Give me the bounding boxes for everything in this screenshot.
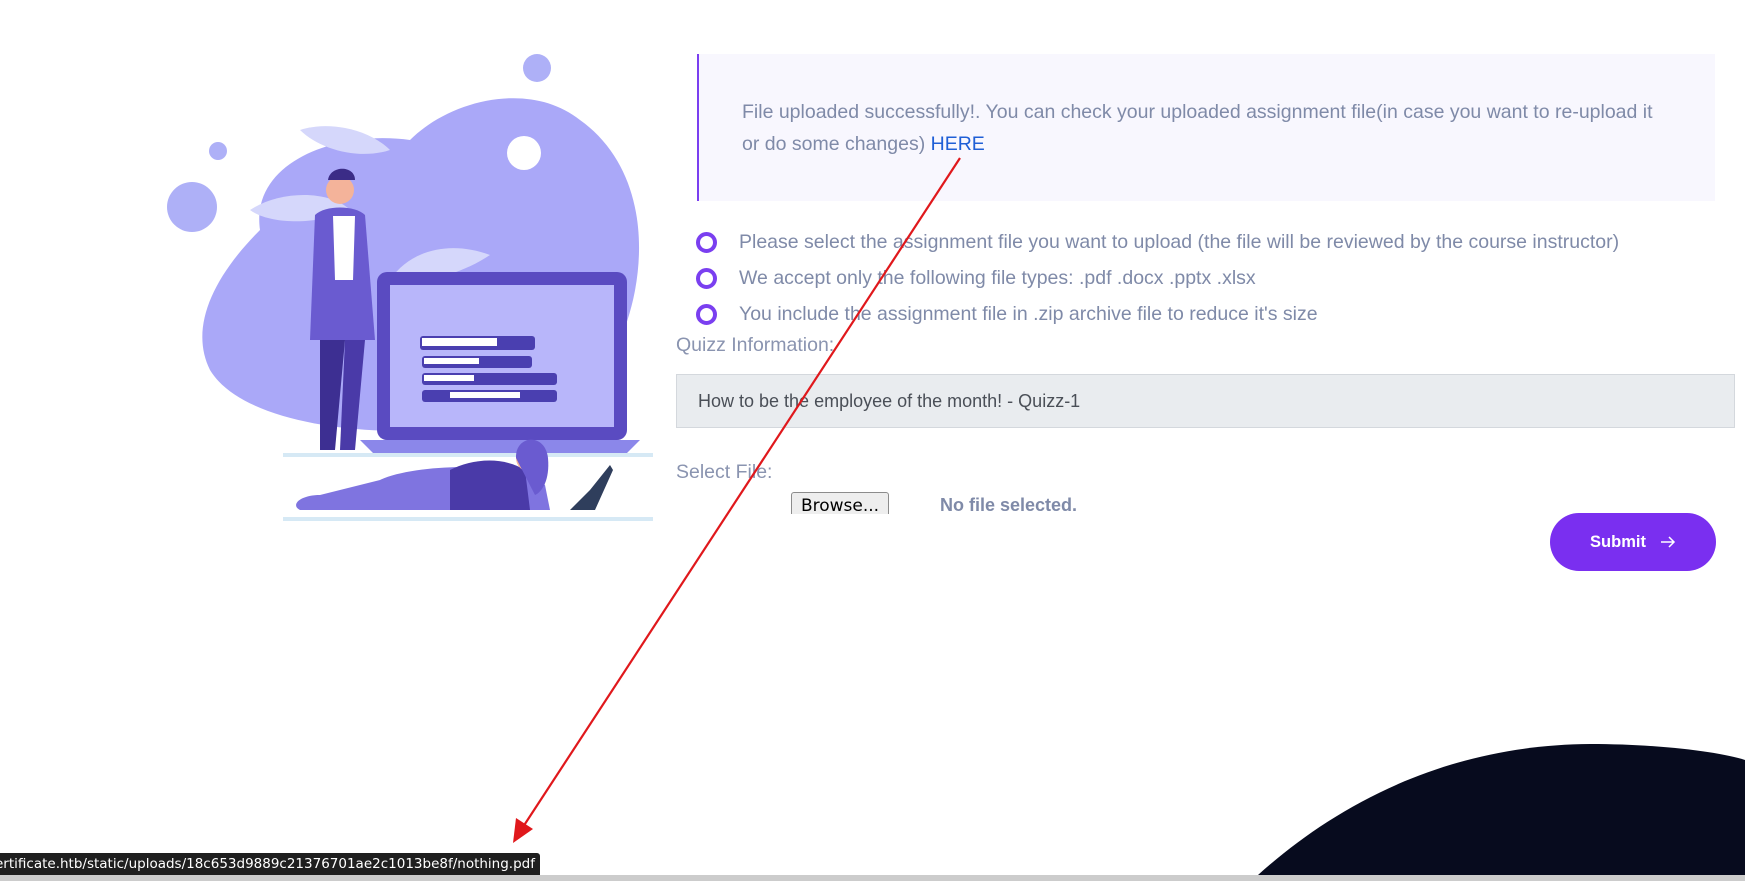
bullet-ring-icon <box>696 303 717 325</box>
select-file-label: Select File: <box>676 461 773 483</box>
uploaded-file-link[interactable]: HERE <box>931 133 985 155</box>
quiz-info-field: How to be the employee of the month! - Q… <box>676 374 1735 428</box>
quiz-info-value: How to be the employee of the month! - Q… <box>698 390 1081 411</box>
status-url: certificate.htb/static/uploads/18c653d98… <box>0 856 535 872</box>
instruction-item: Please select the assignment file you wa… <box>696 224 1619 260</box>
instruction-text: We accept only the following file types:… <box>739 266 1256 289</box>
alert-message: File uploaded successfully!. You can che… <box>742 101 1653 155</box>
instruction-text: Please select the assignment file you wa… <box>739 230 1620 253</box>
arrow-right-icon <box>1660 536 1676 548</box>
bullet-ring-icon <box>696 231 717 253</box>
link-status-bar: certificate.htb/static/uploads/18c653d98… <box>0 853 540 875</box>
quiz-info-label: Quizz Information: <box>676 334 835 356</box>
hero-illustration <box>167 54 653 521</box>
instruction-item: You include the assignment file in .zip … <box>696 296 1619 332</box>
instruction-item: We accept only the following file types:… <box>696 260 1619 296</box>
submit-label: Submit <box>1590 532 1646 551</box>
instruction-text: You include the assignment file in .zip … <box>739 302 1318 325</box>
submit-button[interactable]: Submit <box>1550 513 1716 571</box>
file-input[interactable]: Browse... No file selected. <box>791 490 1111 514</box>
instruction-list: Please select the assignment file you wa… <box>696 224 1619 332</box>
window-bottom-edge <box>0 875 1745 881</box>
file-status: No file selected. <box>940 495 1078 514</box>
upload-success-alert: File uploaded successfully!. You can che… <box>697 54 1715 201</box>
bullet-ring-icon <box>696 267 717 289</box>
browse-button[interactable]: Browse... <box>791 492 889 514</box>
